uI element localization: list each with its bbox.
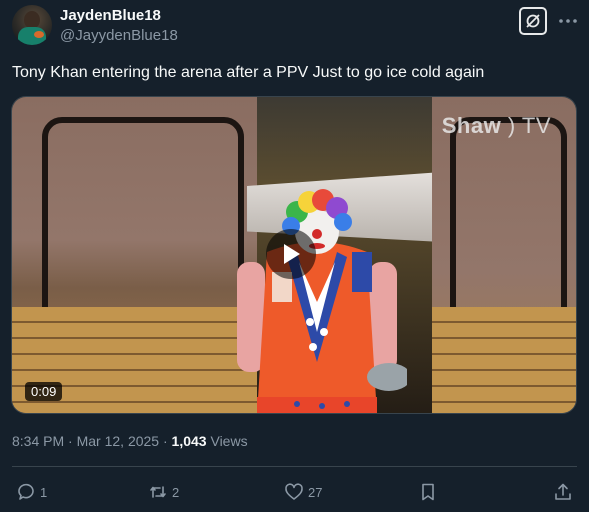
more-options-button[interactable]: [557, 10, 579, 32]
heart-icon: [285, 483, 303, 500]
repost-button[interactable]: 2: [148, 477, 179, 507]
reply-button[interactable]: 1: [16, 477, 47, 507]
bookmark-icon: [422, 483, 434, 501]
views-label: Views: [206, 433, 248, 449]
share-button[interactable]: [553, 477, 573, 507]
tweet-date[interactable]: Mar 12, 2025: [77, 433, 160, 449]
video-scene-right-wall: [432, 97, 576, 413]
like-count: 27: [308, 484, 323, 500]
watermark-suffix: TV: [521, 113, 551, 138]
grok-button[interactable]: [519, 7, 547, 35]
video-scene-left-wall: [12, 97, 257, 413]
play-icon: [284, 244, 300, 264]
video-clown-figure: [237, 189, 407, 413]
more-horizontal-icon: [559, 19, 577, 23]
play-button[interactable]: [266, 229, 316, 279]
author-display-name[interactable]: JaydenBlue18: [60, 7, 161, 24]
tweet-text: Tony Khan entering the arena after a PPV…: [12, 64, 485, 81]
divider: [12, 466, 577, 467]
meta-separator: ·: [159, 433, 172, 449]
views-count[interactable]: 1,043: [172, 433, 207, 449]
tweet-meta: 8:34 PM · Mar 12, 2025 · 1,043 Views: [12, 433, 248, 449]
video-duration: 0:09: [25, 382, 63, 401]
author-handle[interactable]: @JayydenBlue18: [60, 27, 178, 44]
share-icon: [555, 483, 571, 500]
reply-count: 1: [40, 484, 48, 500]
reply-icon: [18, 483, 34, 500]
repost-icon: [150, 486, 166, 498]
tweet-time[interactable]: 8:34 PM: [12, 433, 64, 449]
video-player[interactable]: Shaw ) TV 0:09: [11, 96, 577, 414]
action-bar: 1 2 27: [0, 477, 589, 507]
bookmark-button[interactable]: [418, 477, 438, 507]
grok-icon: [526, 14, 540, 28]
avatar[interactable]: [12, 5, 52, 45]
like-button[interactable]: 27: [284, 477, 322, 507]
repost-count: 2: [172, 484, 180, 500]
meta-separator: ·: [64, 433, 77, 449]
watermark-brand: Shaw: [441, 113, 502, 138]
video-watermark: Shaw ) TV: [441, 113, 551, 138]
